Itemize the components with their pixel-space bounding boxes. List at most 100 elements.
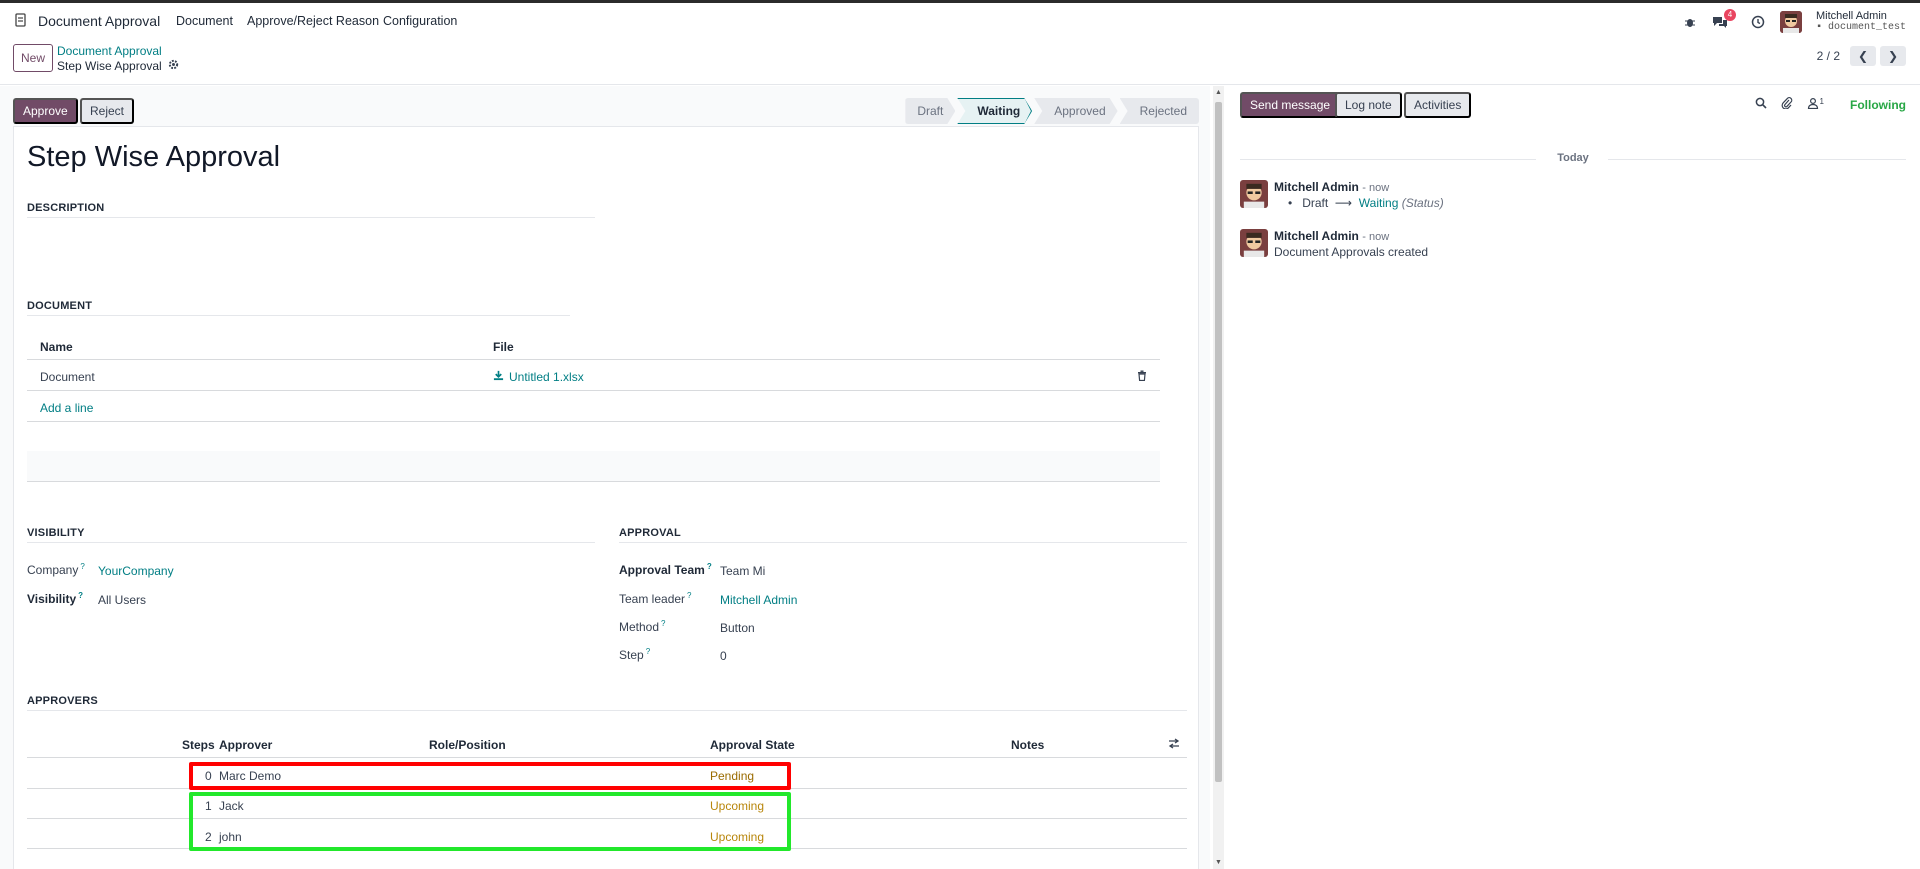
row-divider [27,390,1160,391]
section-approvers: APPROVERS [27,695,98,707]
company-value[interactable]: YourCompany [98,564,174,578]
menu-document[interactable]: Document [176,14,233,28]
activities-button[interactable]: Activities [1404,92,1472,118]
pager-value[interactable]: 2 / 2 [1817,49,1840,63]
method-value[interactable]: Button [720,621,755,635]
search-icon[interactable] [1755,97,1767,112]
document-name[interactable]: Document [40,370,95,384]
messages-icon[interactable]: 4 [1712,9,1736,30]
log-note-button[interactable]: Log note [1335,92,1402,118]
column-header-approver[interactable]: Approver [219,738,272,752]
team-leader-label: Team leader? [619,591,692,606]
pager-previous-button[interactable]: ❮ [1850,46,1876,66]
user-avatar[interactable] [1779,11,1802,33]
form-statusbar: Approve Reject Draft Waiting Approved Re… [13,92,1199,124]
approve-button[interactable]: Approve [13,98,78,124]
empty-table-row [27,451,1160,482]
stage-draft[interactable]: Draft [905,98,955,124]
column-header-steps[interactable]: Steps [182,738,215,752]
scrollbar-thumb[interactable] [1215,102,1222,782]
section-divider [27,542,595,543]
chevron-left-icon: ❮ [1857,49,1869,63]
highlight-box-red [189,762,791,790]
app-document-icon[interactable] [14,13,28,27]
step-value[interactable]: 0 [720,649,727,663]
date-separator: Today [1240,152,1906,166]
menu-configuration[interactable]: Configuration [383,14,457,28]
section-description: DESCRIPTION [27,202,105,214]
column-header-file[interactable]: File [493,340,514,354]
method-label: Method? [619,619,666,634]
visibility-label: Visibility? [27,591,84,606]
chatter: Send message Log note Activities 1 Follo… [1226,86,1920,869]
form-scrollbar[interactable]: ▲ ▼ [1213,86,1224,869]
scroll-down-arrow-icon[interactable]: ▼ [1214,859,1223,866]
column-header-name[interactable]: Name [40,340,73,354]
column-header-approval-state[interactable]: Approval State [710,738,795,752]
row-divider [27,757,1187,758]
approvers-table: Steps Approver Role/Position Approval St… [27,727,1187,851]
step-label: Step? [619,647,651,662]
arrow-right-icon: ⟶ [1331,196,1356,210]
tracking-value: • Draft ⟶ Waiting (Status) [1288,196,1444,210]
optional-columns-icon[interactable] [1168,738,1180,752]
database-name: ▪ document_test [1815,22,1906,33]
app-brand[interactable]: Document Approval [38,13,160,29]
approval-team-value[interactable]: Team Mi [720,564,765,578]
pager: 2 / 2 ❮ ❯ [1817,46,1906,66]
form-sheet: Step Wise Approval DESCRIPTION DOCUMENT … [13,126,1199,869]
approval-team-label: Approval Team? [619,562,712,577]
section-approval: APPROVAL [619,527,681,539]
pager-next-button[interactable]: ❯ [1880,46,1906,66]
chevron-right-icon: ❯ [1887,49,1899,63]
add-line-link[interactable]: Add a line [40,401,93,415]
row-divider [27,359,1160,360]
section-visibility: VISIBILITY [27,527,85,539]
following-button[interactable]: Following [1850,98,1906,112]
gear-icon[interactable] [168,59,179,73]
section-divider [27,710,1187,711]
column-header-notes[interactable]: Notes [1011,738,1044,752]
breadcrumb-parent[interactable]: Document Approval [57,44,162,58]
followers-button[interactable]: 1 [1807,97,1824,112]
message-date: - now [1362,182,1390,194]
description-field[interactable] [27,223,595,283]
message-author[interactable]: Mitchell Admin - now [1274,229,1389,243]
column-header-role[interactable]: Role/Position [429,738,506,752]
send-message-button[interactable]: Send message [1240,92,1341,118]
user-icon [1807,97,1819,112]
visibility-value[interactable]: All Users [98,593,146,607]
message-body: Document Approvals created [1274,245,1429,259]
paperclip-icon[interactable] [1781,97,1793,112]
breadcrumb-current: Step Wise Approval [57,59,179,73]
record-title[interactable]: Step Wise Approval [27,141,280,174]
section-document: DOCUMENT [27,300,93,312]
section-divider [27,217,595,218]
navbar-systray: 4 Mitchell Admin ▪ document_test [1682,9,1906,35]
menu-approve-reject-reason[interactable]: Approve/Reject Reason [247,14,379,28]
company-label: Company? [27,562,85,577]
reject-button[interactable]: Reject [80,98,135,124]
scroll-up-arrow-icon[interactable]: ▲ [1214,89,1223,96]
clock-icon[interactable] [1750,14,1766,30]
trash-icon[interactable] [1137,370,1147,384]
author-avatar[interactable] [1240,180,1268,208]
team-leader-value[interactable]: Mitchell Admin [720,593,797,607]
status-stages: Draft Waiting Approved Rejected [903,98,1199,124]
file-download-link[interactable]: Untitled 1.xlsx [493,370,584,384]
form-view: Approve Reject Draft Waiting Approved Re… [0,86,1210,869]
messages-badge: 4 [1723,9,1736,21]
control-panel: New Document Approval Step Wise Approval… [0,37,1920,85]
chatter-tools: 1 Following [1755,97,1906,112]
new-button[interactable]: New [13,44,53,72]
message-author[interactable]: Mitchell Admin - now [1274,180,1389,194]
user-menu[interactable]: Mitchell Admin ▪ document_test [1816,10,1906,34]
bug-icon[interactable] [1682,14,1698,30]
stage-rejected[interactable]: Rejected [1119,98,1199,124]
section-divider [27,315,570,316]
download-icon [493,370,504,384]
stage-waiting[interactable]: Waiting [957,98,1032,124]
stage-approved[interactable]: Approved [1034,98,1117,124]
author-avatar[interactable] [1240,229,1268,257]
user-name: Mitchell Admin [1815,10,1887,22]
